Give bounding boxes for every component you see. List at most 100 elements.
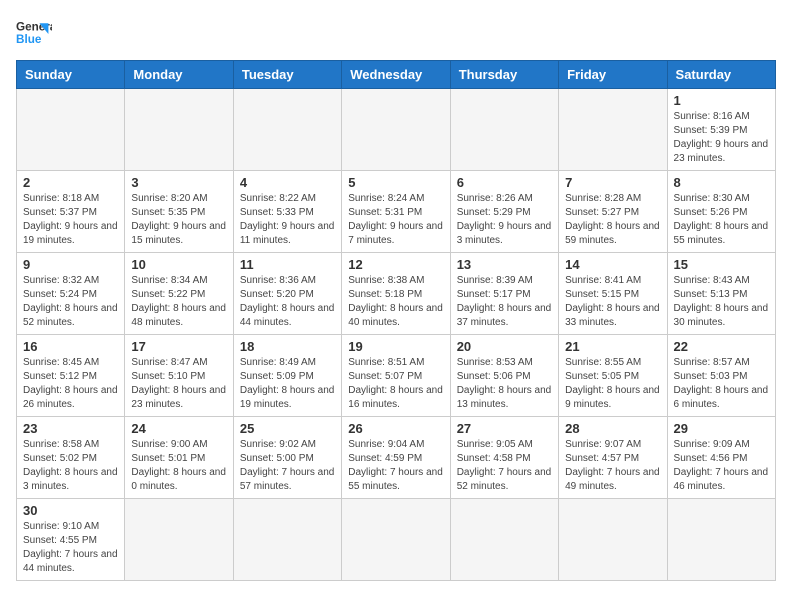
calendar-week-row: 16Sunrise: 8:45 AM Sunset: 5:12 PM Dayli… <box>17 335 776 417</box>
day-info: Sunrise: 9:10 AM Sunset: 4:55 PM Dayligh… <box>23 520 118 576</box>
calendar-week-row: 1 Sunrise: 8:16 AM Sunset: 5:39 PM Daylig… <box>17 89 776 171</box>
day-info: Sunrise: 8:43 AM Sunset: 5:13 PM Dayligh… <box>674 274 769 330</box>
calendar-cell <box>559 499 667 581</box>
calendar-cell <box>125 89 233 171</box>
day-info: Sunrise: 8:51 AM Sunset: 5:07 PM Dayligh… <box>348 356 443 412</box>
day-number: 27 <box>457 421 552 436</box>
day-number: 3 <box>131 175 226 190</box>
day-number: 4 <box>240 175 335 190</box>
calendar-cell <box>125 499 233 581</box>
calendar-table: SundayMondayTuesdayWednesdayThursdayFrid… <box>16 60 776 581</box>
day-number: 6 <box>457 175 552 190</box>
day-number: 11 <box>240 257 335 272</box>
calendar-cell <box>342 499 450 581</box>
day-number: 17 <box>131 339 226 354</box>
day-info: Sunrise: 8:47 AM Sunset: 5:10 PM Dayligh… <box>131 356 226 412</box>
calendar-cell <box>667 499 775 581</box>
calendar-cell: 23 Sunrise: 8:58 AM Sunset: 5:02 PM Dayli… <box>17 417 125 499</box>
day-info: Sunrise: 8:55 AM Sunset: 5:05 PM Dayligh… <box>565 356 660 412</box>
day-number: 2 <box>23 175 118 190</box>
day-info: Sunrise: 8:34 AM Sunset: 5:22 PM Dayligh… <box>131 274 226 330</box>
day-number: 12 <box>348 257 443 272</box>
day-number: 9 <box>23 257 118 272</box>
day-info: Sunrise: 8:20 AM Sunset: 5:35 PM Dayligh… <box>131 192 226 248</box>
calendar-cell: 27 Sunrise: 9:05 AM Sunset: 4:58 PM Dayli… <box>450 417 558 499</box>
calendar-cell: 16Sunrise: 8:45 AM Sunset: 5:12 PM Dayli… <box>17 335 125 417</box>
calendar-header-row: SundayMondayTuesdayWednesdayThursdayFrid… <box>17 61 776 89</box>
logo-icon: General Blue <box>16 16 52 52</box>
calendar-cell: 24 Sunrise: 9:00 AM Sunset: 5:01 PM Dayli… <box>125 417 233 499</box>
calendar-cell: 4 Sunrise: 8:22 AM Sunset: 5:33 PM Daylig… <box>233 171 341 253</box>
calendar-cell: 21Sunrise: 8:55 AM Sunset: 5:05 PM Dayli… <box>559 335 667 417</box>
day-of-week-header: Monday <box>125 61 233 89</box>
day-of-week-header: Wednesday <box>342 61 450 89</box>
calendar-cell: 28 Sunrise: 9:07 AM Sunset: 4:57 PM Dayli… <box>559 417 667 499</box>
calendar-cell: 5Sunrise: 8:24 AM Sunset: 5:31 PM Daylig… <box>342 171 450 253</box>
day-info: Sunrise: 8:18 AM Sunset: 5:37 PM Dayligh… <box>23 192 118 248</box>
day-info: Sunrise: 8:41 AM Sunset: 5:15 PM Dayligh… <box>565 274 660 330</box>
calendar-cell: 10 Sunrise: 8:34 AM Sunset: 5:22 PM Dayli… <box>125 253 233 335</box>
calendar-cell: 15 Sunrise: 8:43 AM Sunset: 5:13 PM Dayli… <box>667 253 775 335</box>
calendar-cell: 14Sunrise: 8:41 AM Sunset: 5:15 PM Dayli… <box>559 253 667 335</box>
svg-text:Blue: Blue <box>16 33 42 46</box>
calendar-cell: 11 Sunrise: 8:36 AM Sunset: 5:20 PM Dayli… <box>233 253 341 335</box>
day-number: 19 <box>348 339 443 354</box>
day-info: Sunrise: 8:57 AM Sunset: 5:03 PM Dayligh… <box>674 356 769 412</box>
day-number: 25 <box>240 421 335 436</box>
day-number: 10 <box>131 257 226 272</box>
day-number: 1 <box>674 93 769 108</box>
calendar-cell: 13Sunrise: 8:39 AM Sunset: 5:17 PM Dayli… <box>450 253 558 335</box>
day-number: 20 <box>457 339 552 354</box>
calendar-cell: 9 Sunrise: 8:32 AM Sunset: 5:24 PM Daylig… <box>17 253 125 335</box>
calendar-cell: 19 Sunrise: 8:51 AM Sunset: 5:07 PM Dayli… <box>342 335 450 417</box>
day-info: Sunrise: 8:16 AM Sunset: 5:39 PM Dayligh… <box>674 110 769 166</box>
day-info: Sunrise: 9:07 AM Sunset: 4:57 PM Dayligh… <box>565 438 660 494</box>
calendar-cell: 18Sunrise: 8:49 AM Sunset: 5:09 PM Dayli… <box>233 335 341 417</box>
calendar-cell: 6 Sunrise: 8:26 AM Sunset: 5:29 PM Daylig… <box>450 171 558 253</box>
day-info: Sunrise: 8:26 AM Sunset: 5:29 PM Dayligh… <box>457 192 552 248</box>
calendar-cell: 22 Sunrise: 8:57 AM Sunset: 5:03 PM Dayli… <box>667 335 775 417</box>
calendar-cell: 25 Sunrise: 9:02 AM Sunset: 5:00 PM Dayli… <box>233 417 341 499</box>
day-info: Sunrise: 8:36 AM Sunset: 5:20 PM Dayligh… <box>240 274 335 330</box>
day-info: Sunrise: 8:30 AM Sunset: 5:26 PM Dayligh… <box>674 192 769 248</box>
day-number: 28 <box>565 421 660 436</box>
day-of-week-header: Tuesday <box>233 61 341 89</box>
calendar-cell: 30 Sunrise: 9:10 AM Sunset: 4:55 PM Dayli… <box>17 499 125 581</box>
day-number: 23 <box>23 421 118 436</box>
calendar-week-row: 2 Sunrise: 8:18 AM Sunset: 5:37 PM Daylig… <box>17 171 776 253</box>
calendar-cell: 20 Sunrise: 8:53 AM Sunset: 5:06 PM Dayli… <box>450 335 558 417</box>
day-info: Sunrise: 9:02 AM Sunset: 5:00 PM Dayligh… <box>240 438 335 494</box>
day-of-week-header: Saturday <box>667 61 775 89</box>
calendar-cell <box>559 89 667 171</box>
calendar-cell <box>450 89 558 171</box>
day-of-week-header: Friday <box>559 61 667 89</box>
day-info: Sunrise: 9:00 AM Sunset: 5:01 PM Dayligh… <box>131 438 226 494</box>
calendar-cell <box>342 89 450 171</box>
day-info: Sunrise: 8:28 AM Sunset: 5:27 PM Dayligh… <box>565 192 660 248</box>
day-number: 24 <box>131 421 226 436</box>
day-number: 30 <box>23 503 118 518</box>
day-number: 22 <box>674 339 769 354</box>
day-number: 8 <box>674 175 769 190</box>
logo: General Blue <box>16 16 52 52</box>
calendar-cell <box>233 499 341 581</box>
day-of-week-header: Thursday <box>450 61 558 89</box>
page-header: General Blue <box>16 16 776 52</box>
calendar-cell: 26 Sunrise: 9:04 AM Sunset: 4:59 PM Dayli… <box>342 417 450 499</box>
day-info: Sunrise: 8:49 AM Sunset: 5:09 PM Dayligh… <box>240 356 335 412</box>
calendar-cell: 2 Sunrise: 8:18 AM Sunset: 5:37 PM Daylig… <box>17 171 125 253</box>
day-info: Sunrise: 9:05 AM Sunset: 4:58 PM Dayligh… <box>457 438 552 494</box>
calendar-cell: 17 Sunrise: 8:47 AM Sunset: 5:10 PM Dayli… <box>125 335 233 417</box>
day-number: 7 <box>565 175 660 190</box>
calendar-cell: 7 Sunrise: 8:28 AM Sunset: 5:27 PM Daylig… <box>559 171 667 253</box>
day-number: 15 <box>674 257 769 272</box>
day-info: Sunrise: 8:58 AM Sunset: 5:02 PM Dayligh… <box>23 438 118 494</box>
calendar-cell <box>17 89 125 171</box>
day-info: Sunrise: 8:32 AM Sunset: 5:24 PM Dayligh… <box>23 274 118 330</box>
day-info: Sunrise: 8:22 AM Sunset: 5:33 PM Dayligh… <box>240 192 335 248</box>
day-info: Sunrise: 8:45 AM Sunset: 5:12 PM Dayligh… <box>23 356 118 412</box>
day-info: Sunrise: 9:04 AM Sunset: 4:59 PM Dayligh… <box>348 438 443 494</box>
day-info: Sunrise: 8:53 AM Sunset: 5:06 PM Dayligh… <box>457 356 552 412</box>
day-number: 5 <box>348 175 443 190</box>
day-number: 26 <box>348 421 443 436</box>
